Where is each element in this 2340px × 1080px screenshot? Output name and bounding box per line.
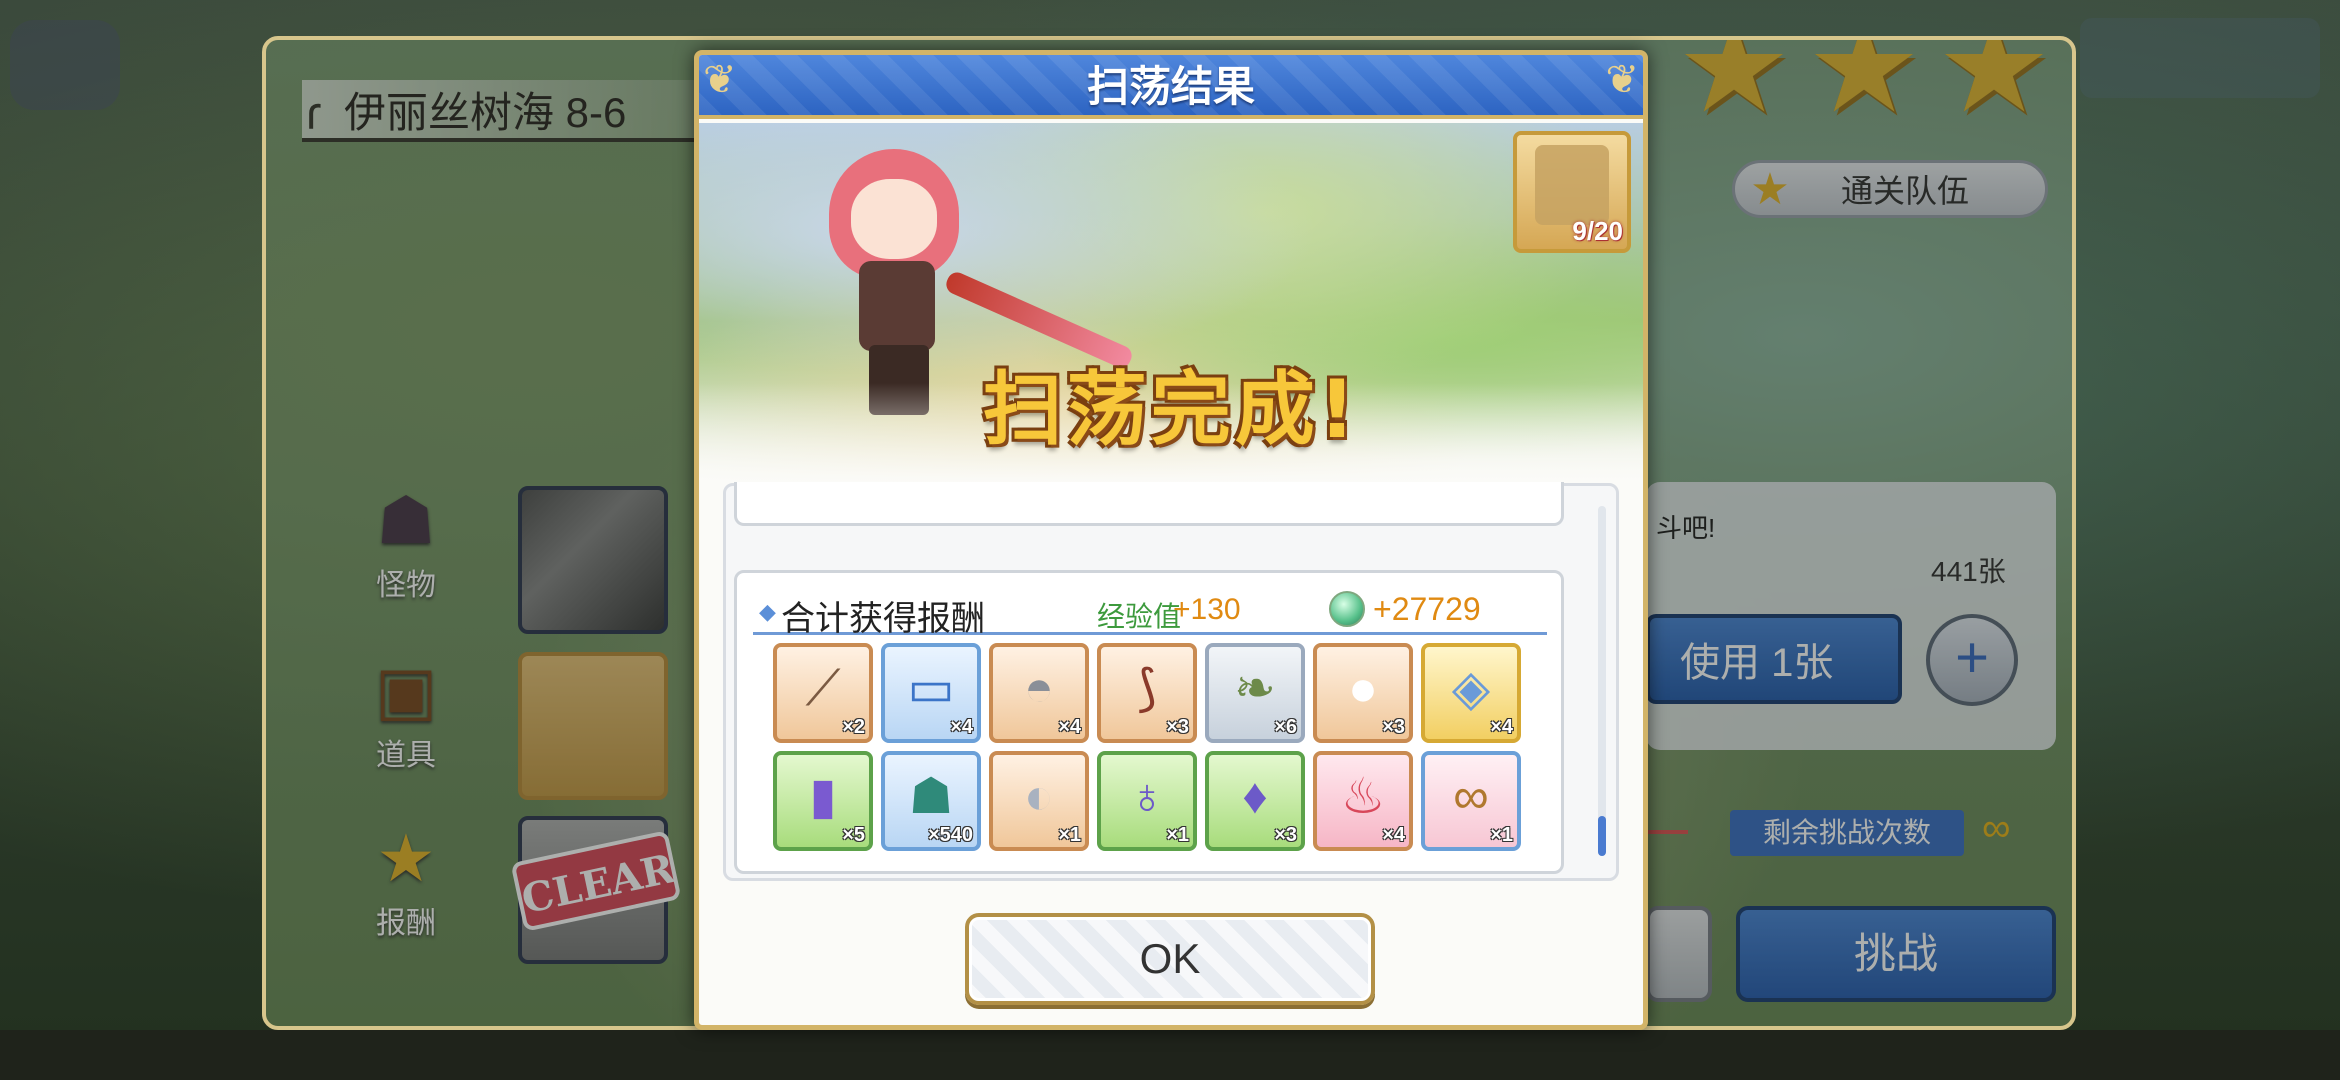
- piece-counter: 9/20: [1572, 216, 1623, 246]
- reward-item[interactable]: ❧ ×6: [1205, 643, 1305, 743]
- sweep-complete-banner: 扫荡完成!: [982, 363, 1360, 456]
- reward-item[interactable]: ⟆ ×3: [1097, 643, 1197, 743]
- scrollbar-thumb[interactable]: [1598, 816, 1606, 856]
- scroll-ticket-icon: ▭: [907, 660, 955, 716]
- elixir-icon: ♁: [1128, 768, 1166, 824]
- bottom-nav-bar: [0, 1030, 2340, 1080]
- helmet-icon: ◓: [1023, 660, 1055, 716]
- reward-item[interactable]: ▭ ×4: [881, 643, 981, 743]
- exp-value: +130: [1173, 593, 1241, 626]
- herb-icon: ❧: [1234, 660, 1276, 716]
- memory-piece-icon: [1535, 145, 1609, 225]
- exp-label: 经验值: [1097, 601, 1182, 632]
- reward-item[interactable]: ♨ ×4: [1313, 751, 1413, 851]
- reward-item[interactable]: ◐ ×1: [989, 751, 1089, 851]
- list-item: [734, 482, 1564, 526]
- memory-piece-card: 9/20: [1513, 131, 1631, 253]
- reward-item[interactable]: ∞ ×1: [1421, 751, 1521, 851]
- reward-item[interactable]: ▮ ×5: [773, 751, 873, 851]
- diamond-bullet-icon: ◆: [759, 599, 776, 624]
- reward-item[interactable]: ☗ ×540: [881, 751, 981, 851]
- reward-item[interactable]: ◓ ×4: [989, 643, 1089, 743]
- mana-icon: [1329, 591, 1365, 627]
- pretzel-icon: ∞: [1453, 768, 1489, 824]
- sweep-result-dialog: ❦ ❦ 扫荡结果 扫荡完成! 9/20 ◆ 合计获得报酬 经验值 +130 +2…: [694, 50, 1648, 1030]
- bow-icon: ⟆: [1137, 660, 1157, 716]
- reward-header: ◆ 合计获得报酬 经验值 +130 +27729: [753, 585, 1547, 638]
- mana-bag-icon: ☗: [908, 768, 954, 824]
- back-button[interactable]: [10, 20, 120, 110]
- total-rewards-card: ◆ 合计获得报酬 经验值 +130 +27729 ⟋ ×2 ▭ ×4 ◓ ×4 ⟆ ×3…: [734, 570, 1564, 874]
- scrollbar[interactable]: [1598, 506, 1606, 856]
- orb-icon: ●: [1347, 660, 1379, 716]
- gold-ring-icon: ◈: [1451, 660, 1491, 716]
- staff-icon: ⟋: [805, 660, 841, 716]
- top-right-icons: [2080, 18, 2320, 98]
- bracelet-icon: ◐: [1023, 768, 1055, 824]
- reward-item[interactable]: ● ×3: [1313, 643, 1413, 743]
- ok-button[interactable]: OK: [965, 913, 1375, 1005]
- mana-value: +27729: [1373, 591, 1481, 627]
- reward-item-grid: ⟋ ×2 ▭ ×4 ◓ ×4 ⟆ ×3 ❧ ×6 ● ×3 ◈ ×4 ▮ ×5 ☗ ×540 ◐ ×…: [773, 643, 1521, 851]
- total-rewards-label: 合计获得报酬: [781, 600, 985, 638]
- dialog-title: 扫荡结果: [1086, 63, 1255, 110]
- potion-tube-icon: ▮: [809, 768, 837, 824]
- flask-icon: ♦: [1242, 768, 1268, 824]
- cake-icon: ♨: [1340, 768, 1386, 824]
- reward-item[interactable]: ♁ ×1: [1097, 751, 1197, 851]
- reward-item[interactable]: ♦ ×3: [1205, 751, 1305, 851]
- reward-item[interactable]: ⟋ ×2: [773, 643, 873, 743]
- reward-item[interactable]: ◈ ×4: [1421, 643, 1521, 743]
- reward-list[interactable]: ◆ 合计获得报酬 经验值 +130 +27729 ⟋ ×2 ▭ ×4 ◓ ×4 ⟆ ×3…: [723, 482, 1619, 881]
